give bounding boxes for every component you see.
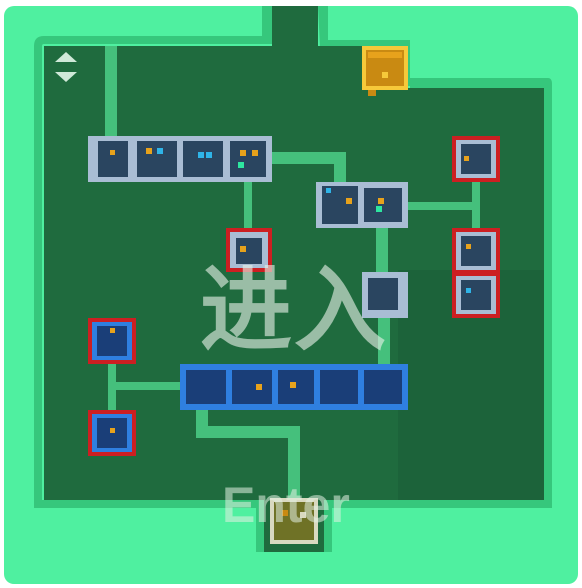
dungeon-map xyxy=(4,6,578,584)
room-gray-right-top-locked[interactable] xyxy=(452,136,500,182)
room-blue-left-top-locked[interactable] xyxy=(88,318,136,364)
room-gray-center-locked[interactable] xyxy=(226,228,272,272)
room-gray-right-low-locked[interactable] xyxy=(452,272,500,318)
room-gray-square[interactable] xyxy=(362,272,408,318)
room-gray-right-mid-locked[interactable] xyxy=(452,228,500,274)
room-treasure[interactable] xyxy=(362,46,408,96)
room-blue-left-bottom-locked[interactable] xyxy=(88,410,136,456)
room-gray-pair[interactable] xyxy=(316,182,408,228)
room-entrance[interactable] xyxy=(270,498,318,544)
room-gray-row[interactable] xyxy=(88,136,272,182)
room-blue-row[interactable] xyxy=(180,364,408,410)
chevron-down-icon[interactable] xyxy=(55,72,77,82)
chevron-up-icon[interactable] xyxy=(55,52,77,62)
